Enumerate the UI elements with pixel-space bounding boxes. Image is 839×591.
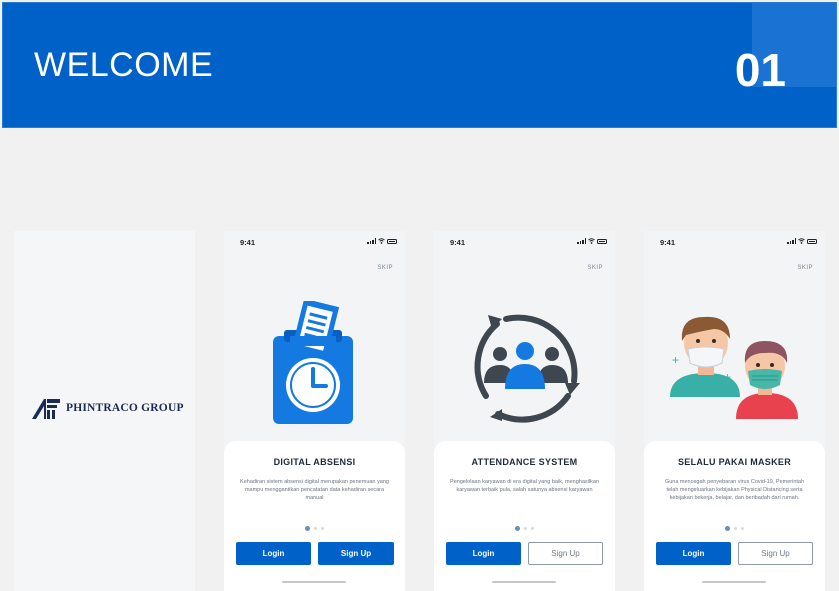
page-dot-active xyxy=(305,526,310,531)
signup-button[interactable]: Sign Up xyxy=(738,542,813,565)
onboarding-screen-2: 9:41 SKIP ATTENDANCE SYSTEM Pengelolaan … xyxy=(434,231,615,591)
card-description: Kehadiran sistem absensi digital merupak… xyxy=(240,479,389,501)
signup-button[interactable]: Sign Up xyxy=(318,542,394,565)
page-indicator xyxy=(644,526,825,531)
wifi-icon xyxy=(588,238,595,244)
page-indicator xyxy=(224,526,405,531)
wifi-icon xyxy=(798,238,805,244)
page-dot-active xyxy=(725,526,730,531)
svg-text:+: + xyxy=(724,370,731,384)
battery-icon xyxy=(387,238,397,244)
clock-card-icon xyxy=(273,301,353,424)
signal-icon xyxy=(577,238,586,244)
page-dot xyxy=(734,527,737,530)
banner-title: WELCOME xyxy=(34,46,214,84)
page-dot xyxy=(321,527,324,530)
card-title: SELALU PAKAI MASKER xyxy=(677,457,792,467)
login-button[interactable]: Login xyxy=(236,542,311,565)
page-dot xyxy=(524,527,527,530)
signup-button[interactable]: Sign Up xyxy=(528,542,603,565)
masked-people-icon: + + xyxy=(670,316,798,419)
battery-icon xyxy=(807,238,817,244)
page-indicator xyxy=(434,526,615,531)
onboarding-screen-1: 9:41 SKIP DIGITAL ABSENSI Kehadiran sist… xyxy=(224,231,405,591)
onboarding-card: DIGITAL ABSENSI Kehadiran sistem absensi… xyxy=(224,441,405,591)
card-title: DIGITAL ABSENSI xyxy=(273,457,356,467)
skip-button[interactable]: SKIP xyxy=(377,265,393,271)
home-indicator xyxy=(702,581,766,583)
brand-name: PHINTRACO GROUP xyxy=(66,402,184,414)
page-dot xyxy=(314,527,317,530)
onboarding-screen-3: 9:41 SKIP + + SELALU PAKAI MASKER Guna m… xyxy=(644,231,825,591)
welcome-banner: WELCOME 01 xyxy=(2,2,837,128)
onboarding-card: ATTENDANCE SYSTEM Pengelolaan karyawan d… xyxy=(434,441,615,591)
home-indicator xyxy=(492,581,556,583)
status-time: 9:41 xyxy=(660,238,676,247)
status-time: 9:41 xyxy=(450,238,466,247)
brand-logo: PHINTRACO GROUP xyxy=(32,397,184,419)
status-bar: 9:41 xyxy=(434,231,615,253)
team-cycle-icon xyxy=(474,314,580,423)
card-description: Pengelolaan karyawan di era digital yang… xyxy=(450,479,599,493)
page-dot xyxy=(741,527,744,530)
onboarding-card: SELALU PAKAI MASKER Guna mencegah penyeb… xyxy=(644,441,825,591)
skip-button[interactable]: SKIP xyxy=(797,265,813,271)
phintraco-logo-icon xyxy=(32,399,60,419)
page-dot xyxy=(531,527,534,530)
home-indicator xyxy=(282,581,346,583)
page-dot-active xyxy=(515,526,520,531)
wifi-icon xyxy=(378,238,385,244)
login-button[interactable]: Login xyxy=(656,542,731,565)
splash-screen: PHINTRACO GROUP xyxy=(14,231,195,591)
status-bar: 9:41 xyxy=(644,231,825,253)
card-title: ATTENDANCE SYSTEM xyxy=(471,457,578,467)
status-bar: 9:41 xyxy=(224,231,405,253)
login-button[interactable]: Login xyxy=(446,542,521,565)
svg-text:+: + xyxy=(672,353,679,367)
signal-icon xyxy=(787,238,796,244)
status-time: 9:41 xyxy=(240,238,256,247)
banner-number: 01 xyxy=(734,44,786,96)
card-description: Guna mencegah penyebaran virus Covid-19,… xyxy=(664,479,805,501)
skip-button[interactable]: SKIP xyxy=(587,265,603,271)
signal-icon xyxy=(367,238,376,244)
battery-icon xyxy=(597,238,607,244)
